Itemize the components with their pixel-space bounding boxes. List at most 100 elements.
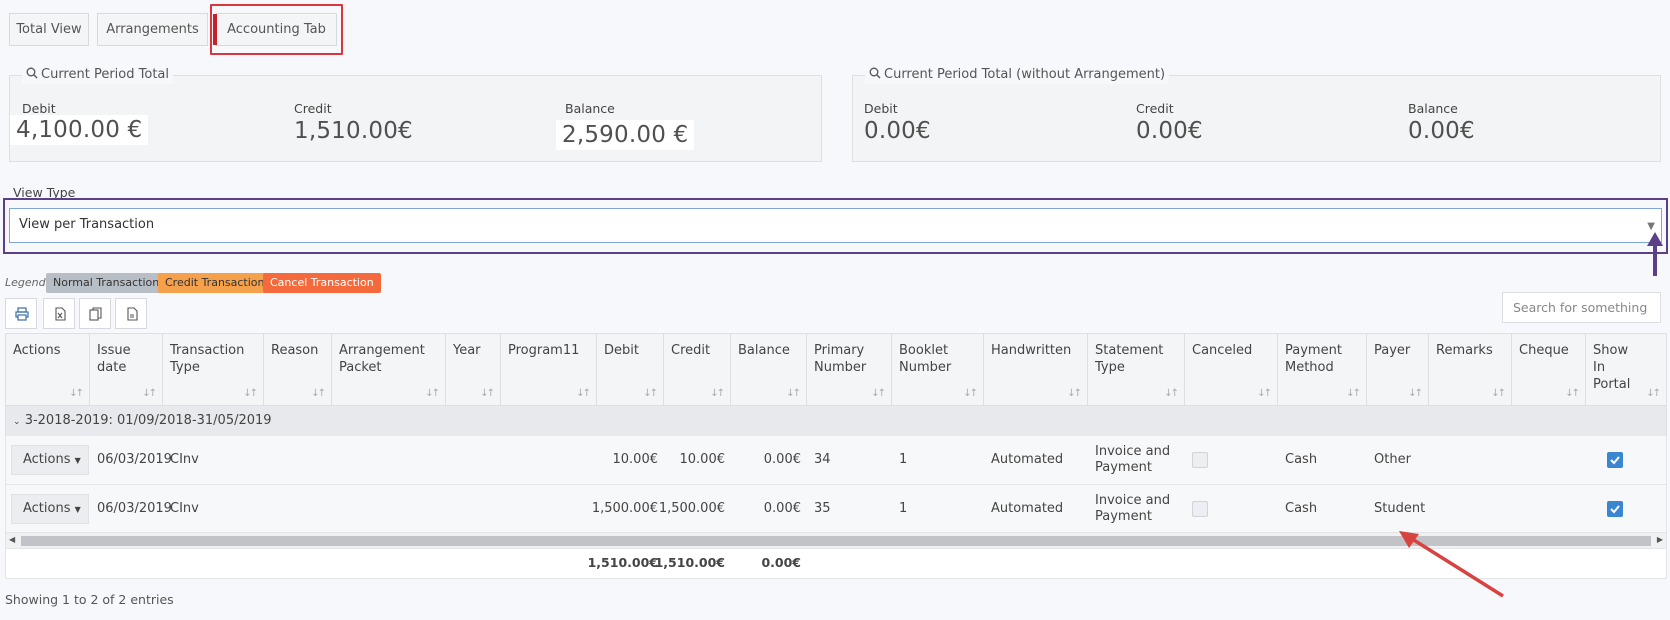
booklet-number-cell: 1 xyxy=(899,452,908,467)
sort-icon[interactable]: ↓↑ xyxy=(1067,385,1082,402)
legend-cancel-transaction: Cancel Transaction xyxy=(263,273,381,293)
caret-down-icon: ▼ xyxy=(74,456,81,465)
chevron-down-icon[interactable]: ⌄ xyxy=(13,417,21,427)
column-header-arrangement-packet[interactable]: Arrangement Packet ↓↑ xyxy=(332,334,446,407)
sort-icon[interactable]: ↓↑ xyxy=(243,385,258,402)
transaction-type-cell: CInv xyxy=(170,452,199,467)
sort-icon[interactable]: ↓↑ xyxy=(576,385,591,402)
column-header-payer[interactable]: Payer ↓↑ xyxy=(1367,334,1429,407)
active-tab-marker xyxy=(213,14,217,45)
sort-icon[interactable]: ↓↑ xyxy=(1565,385,1580,402)
csv-export-button[interactable] xyxy=(115,298,147,329)
sort-icon[interactable]: ↓↑ xyxy=(1646,385,1661,402)
sort-icon[interactable]: ↓↑ xyxy=(1491,385,1506,402)
sort-icon[interactable]: ↓↑ xyxy=(1164,385,1179,402)
column-header-debit[interactable]: Debit ↓↑ xyxy=(597,334,664,407)
total-credit: 1,510.00€ xyxy=(654,555,725,570)
legend-label: Legend: xyxy=(5,276,50,289)
balance-cell: 0.00€ xyxy=(763,452,801,467)
group-row[interactable]: ⌄ 3-2018-2019: 01/09/2018-31/05/2019 xyxy=(5,406,1667,436)
sort-icon[interactable]: ↓↑ xyxy=(142,385,157,402)
sort-icon[interactable]: ↓↑ xyxy=(643,385,658,402)
balance-value: 2,590.00 € xyxy=(556,120,695,150)
actions-dropdown-button[interactable]: Actions ▼ xyxy=(11,494,89,524)
search-icon xyxy=(26,67,38,79)
statement-type-cell: Invoice and Payment xyxy=(1095,493,1171,524)
column-header-balance[interactable]: Balance ↓↑ xyxy=(731,334,807,407)
scroll-left-icon[interactable]: ◀ xyxy=(9,535,15,544)
sort-icon[interactable]: ↓↑ xyxy=(1346,385,1361,402)
column-header-reason[interactable]: Reason ↓↑ xyxy=(264,334,332,407)
view-type-select[interactable]: View per Transaction ▼ xyxy=(9,208,1662,243)
sort-icon[interactable]: ↓↑ xyxy=(311,385,326,402)
issue-date-cell: 06/03/2019 xyxy=(97,452,172,467)
canceled-checkbox[interactable] xyxy=(1192,501,1208,517)
current-period-without-arrangement-panel: Current Period Total (without Arrangemen… xyxy=(852,66,1661,162)
credit-value: 1,510.00€ xyxy=(294,118,413,144)
balance-label: Balance xyxy=(1408,101,1458,116)
column-header-cheque[interactable]: Cheque ↓↑ xyxy=(1512,334,1586,407)
debit-value: 0.00€ xyxy=(864,118,931,144)
excel-icon xyxy=(55,307,66,321)
sort-icon[interactable]: ↓↑ xyxy=(1408,385,1423,402)
tab-accounting-label: Accounting Tab xyxy=(227,22,326,37)
debit-label: Debit xyxy=(864,101,898,116)
show-in-portal-checkbox[interactable] xyxy=(1607,501,1623,517)
column-header-year[interactable]: Year ↓↑ xyxy=(446,334,501,407)
sort-icon[interactable]: ↓↑ xyxy=(425,385,440,402)
statement-type-cell: Invoice and Payment xyxy=(1095,444,1171,475)
column-header-remarks[interactable]: Remarks ↓↑ xyxy=(1429,334,1512,407)
column-header-statement-type[interactable]: Statement Type ↓↑ xyxy=(1088,334,1185,407)
sort-icon[interactable]: ↓↑ xyxy=(480,385,495,402)
check-icon xyxy=(1610,505,1620,514)
credit-label: Credit xyxy=(294,101,332,116)
column-header-actions[interactable]: Actions ↓↑ xyxy=(6,334,90,407)
column-header-handwritten[interactable]: Handwritten ↓↑ xyxy=(984,334,1088,407)
total-debit: 1,510.00€ xyxy=(587,555,658,570)
sort-icon[interactable]: ↓↑ xyxy=(871,385,886,402)
balance-cell: 0.00€ xyxy=(763,501,801,516)
payment-method-cell: Cash xyxy=(1285,452,1318,467)
column-header-issue-date[interactable]: Issue date ↓↑ xyxy=(90,334,163,407)
excel-export-button[interactable] xyxy=(43,298,75,329)
print-button[interactable] xyxy=(5,298,37,329)
column-header-primary-number[interactable]: Primary Number ↓↑ xyxy=(807,334,892,407)
column-header-show-in-portal[interactable]: Show In Portal ↓↑ xyxy=(1586,334,1666,407)
booklet-number-cell: 1 xyxy=(899,501,908,516)
payer-cell: Student xyxy=(1374,501,1426,516)
sort-icon[interactable]: ↓↑ xyxy=(1257,385,1272,402)
actions-dropdown-button[interactable]: Actions ▼ xyxy=(11,445,89,475)
tab-arrangements[interactable]: Arrangements xyxy=(97,13,208,46)
payment-method-cell: Cash xyxy=(1285,501,1318,516)
column-header-canceled[interactable]: Canceled ↓↑ xyxy=(1185,334,1278,407)
sort-icon[interactable]: ↓↑ xyxy=(69,385,84,402)
arrow-annotation-icon xyxy=(1399,531,1504,598)
canceled-checkbox[interactable] xyxy=(1192,452,1208,468)
payer-cell: Other xyxy=(1374,452,1411,467)
sort-icon[interactable]: ↓↑ xyxy=(710,385,725,402)
csv-icon xyxy=(127,307,138,321)
issue-date-cell: 06/03/2019 xyxy=(97,501,172,516)
column-header-credit[interactable]: Credit ↓↑ xyxy=(664,334,731,407)
copy-icon xyxy=(89,307,102,321)
handwritten-cell: Automated xyxy=(991,501,1064,516)
sort-icon[interactable]: ↓↑ xyxy=(963,385,978,402)
transaction-type-cell: CInv xyxy=(170,501,199,516)
sort-icon[interactable]: ↓↑ xyxy=(786,385,801,402)
column-header-program11[interactable]: Program11 ↓↑ xyxy=(501,334,597,407)
credit-cell: 1,500.00€ xyxy=(658,501,725,516)
show-in-portal-checkbox[interactable] xyxy=(1607,452,1623,468)
search-icon xyxy=(869,67,881,79)
copy-button[interactable] xyxy=(79,298,111,329)
tab-total-view[interactable]: Total View xyxy=(9,13,89,46)
caret-down-icon[interactable]: ▼ xyxy=(1647,221,1655,232)
column-header-transaction-type[interactable]: Transaction Type ↓↑ xyxy=(163,334,264,407)
column-header-booklet-number[interactable]: Booklet Number ↓↑ xyxy=(892,334,984,407)
tab-accounting[interactable]: Accounting Tab xyxy=(213,13,337,46)
without-arrangement-title: Current Period Total (without Arrangemen… xyxy=(865,66,1170,84)
scroll-right-icon[interactable]: ▶ xyxy=(1657,535,1663,544)
credit-label: Credit xyxy=(1136,101,1174,116)
search-input[interactable] xyxy=(1502,292,1661,323)
credit-cell: 10.00€ xyxy=(679,452,726,467)
column-header-payment-method[interactable]: Payment Method ↓↑ xyxy=(1278,334,1367,407)
